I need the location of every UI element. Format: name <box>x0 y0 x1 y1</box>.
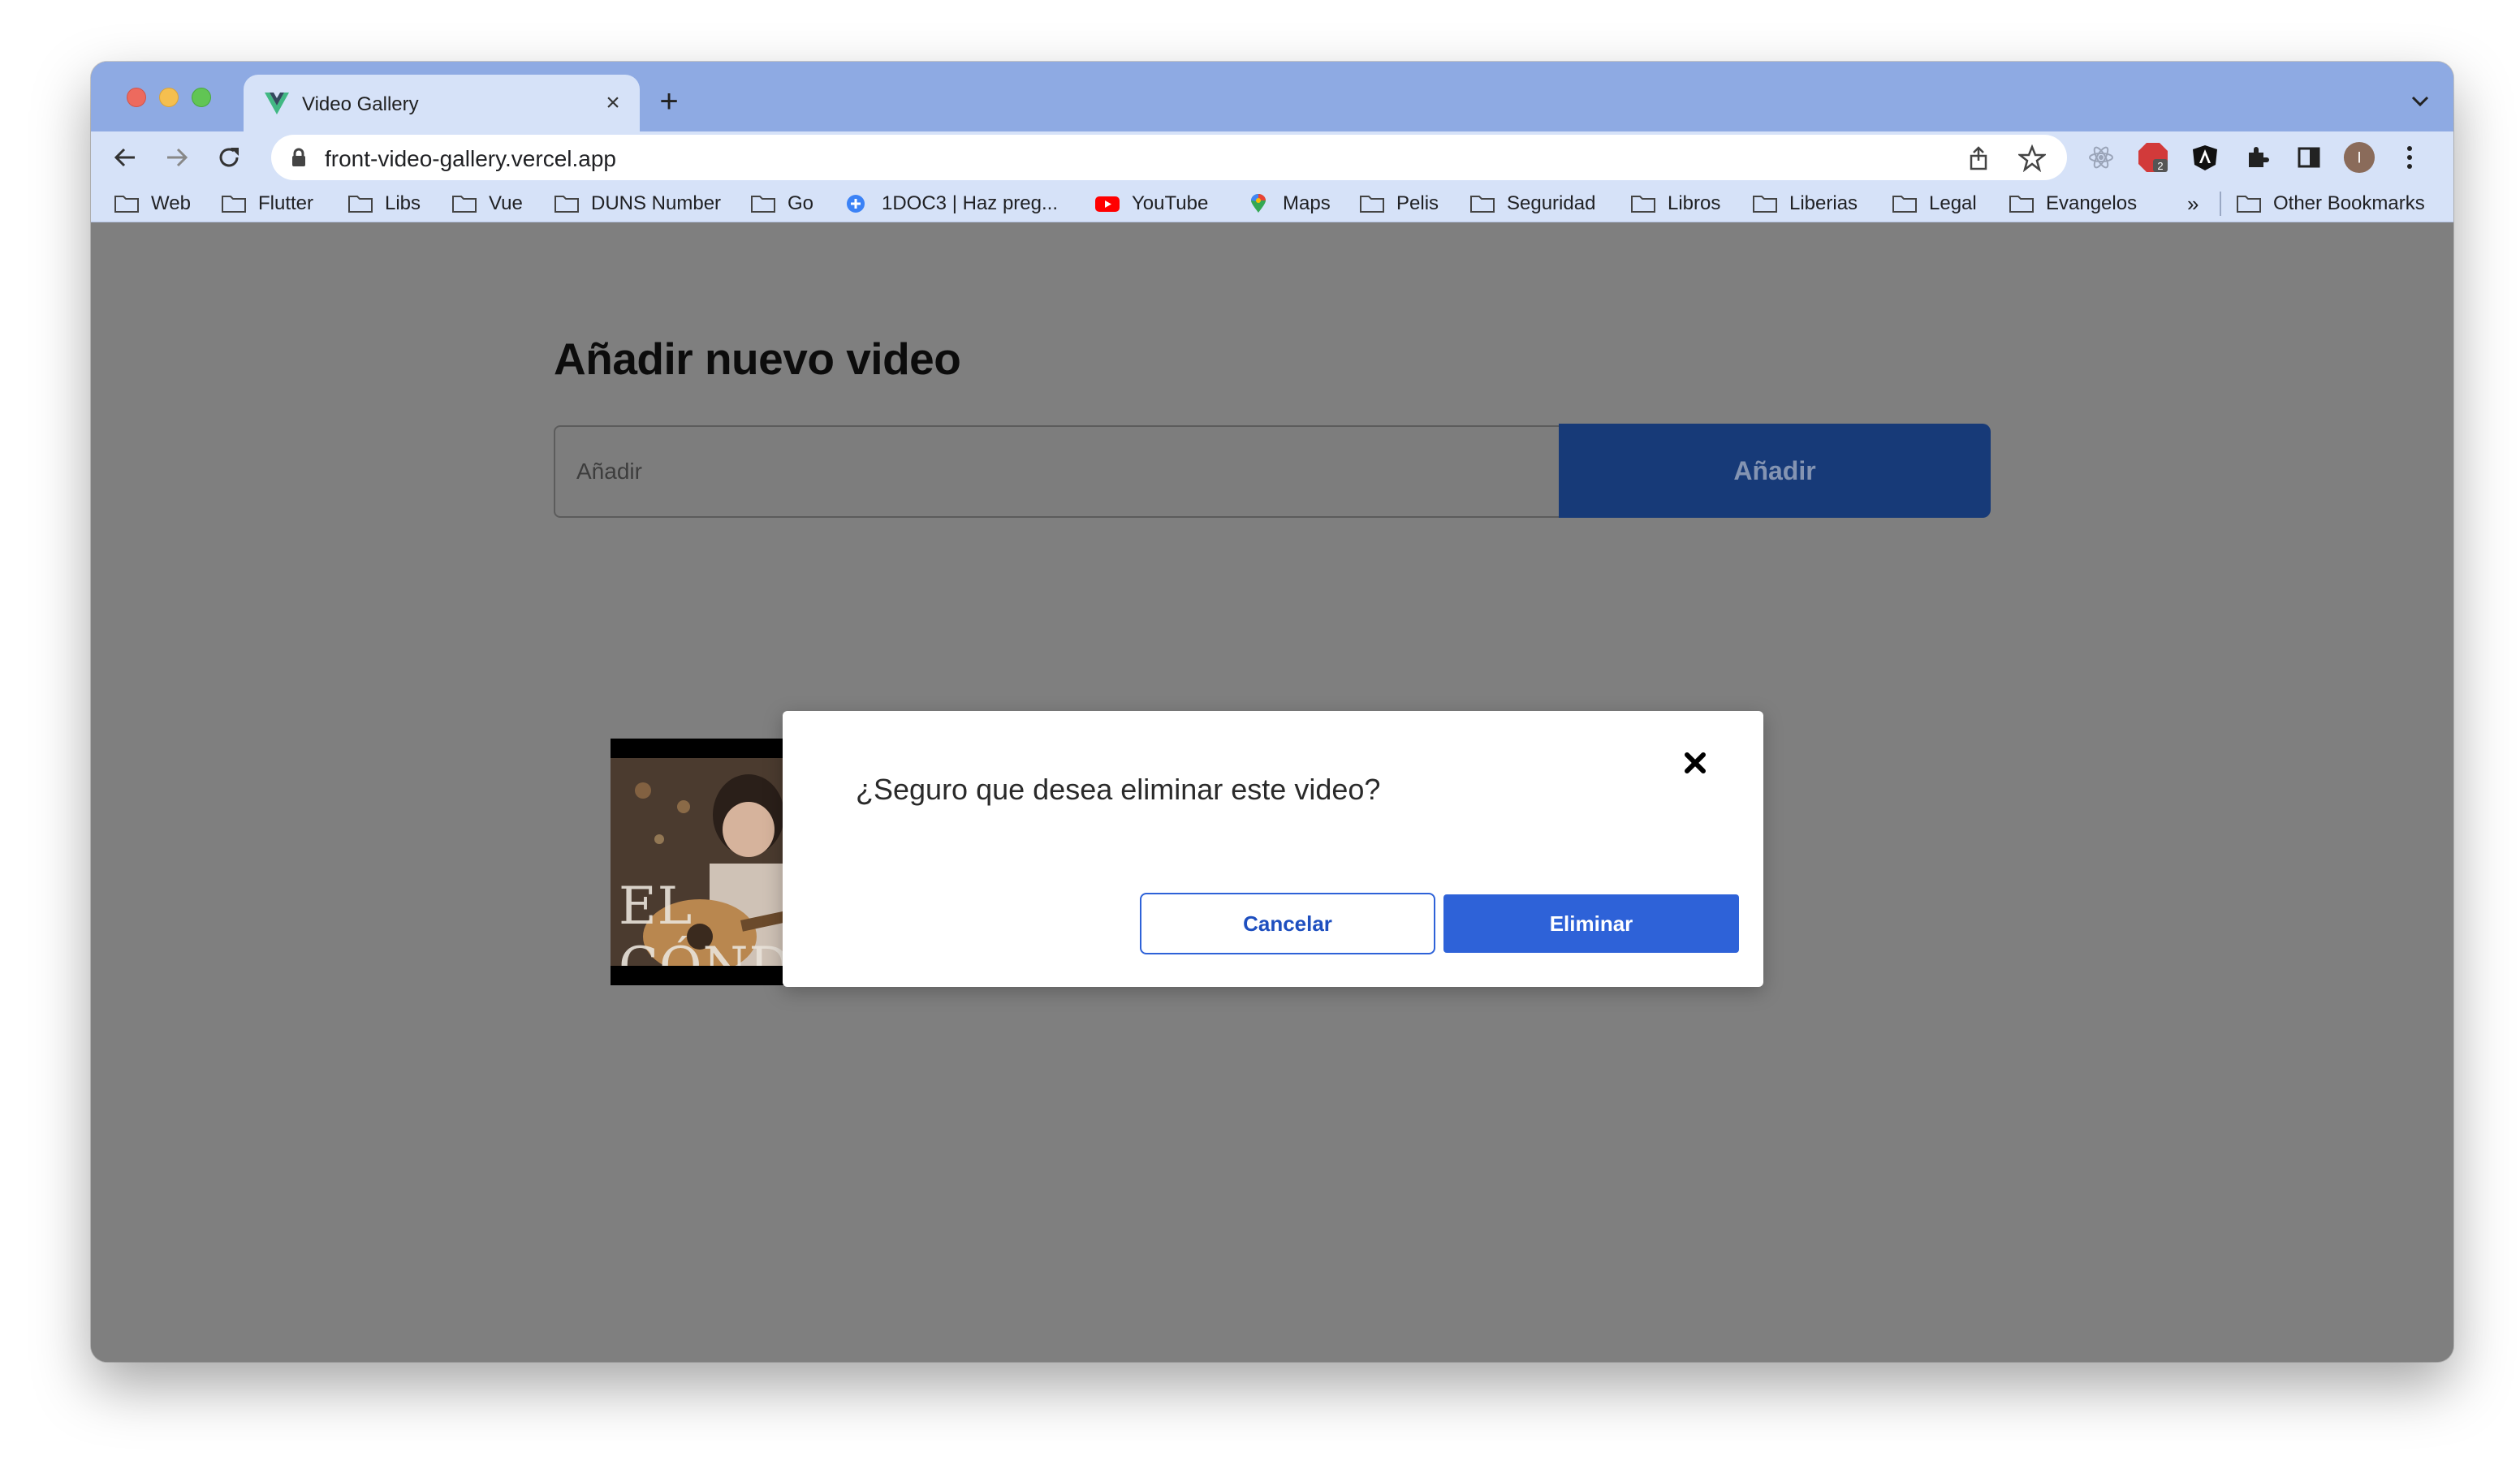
folder-icon <box>1892 196 1917 213</box>
bookmarks-divider <box>2220 192 2221 216</box>
profile-avatar[interactable]: I <box>2343 141 2375 174</box>
extensions-puzzle-icon[interactable] <box>2241 141 2273 174</box>
maximize-window-button[interactable] <box>192 88 211 107</box>
bookmark-liberias[interactable]: Liberias <box>1752 190 1858 218</box>
profile-initial: I <box>2357 150 2361 167</box>
arrow-right-icon <box>167 148 188 167</box>
bookmark-label: Legal <box>1929 192 1977 214</box>
bookmark-go[interactable]: Go <box>750 190 813 218</box>
bookmark-label: Libros <box>1668 192 1721 214</box>
bookmark-label: Vue <box>489 192 523 214</box>
lock-icon <box>292 148 305 166</box>
bookmark-legal[interactable]: Legal <box>1892 190 1977 218</box>
bookmark-label: Flutter <box>258 192 314 214</box>
chevron-down-icon[interactable] <box>2408 91 2432 112</box>
back-button[interactable] <box>109 141 141 174</box>
folder-icon <box>2237 196 2261 213</box>
bookmark-label: Web <box>151 192 191 214</box>
bookmark-label: 1DOC3 | Haz preg... <box>882 192 1058 214</box>
tab-video-gallery[interactable]: Video Gallery × <box>244 75 640 133</box>
video-url-input[interactable] <box>555 427 1559 516</box>
address-bar[interactable]: front-video-gallery.vercel.app <box>271 135 2067 180</box>
forward-button[interactable] <box>161 141 193 174</box>
vue-logo-icon <box>265 93 289 114</box>
bookmark-label: Other Bookmarks <box>2273 192 2425 214</box>
close-icon[interactable] <box>1679 747 1711 779</box>
delete-button[interactable]: Eliminar <box>1443 894 1739 953</box>
bookmark-maps[interactable]: Maps <box>1245 190 1331 218</box>
bookmark-other-bookmarks[interactable]: Other Bookmarks <box>2236 190 2425 218</box>
minimize-window-button[interactable] <box>159 88 179 107</box>
folder-icon <box>348 196 373 213</box>
bookmark-label: Libs <box>385 192 421 214</box>
menu-kebab-icon[interactable] <box>2393 141 2426 174</box>
folder-icon <box>1753 196 1777 213</box>
close-window-button[interactable] <box>127 88 146 107</box>
bookmark-pelis[interactable]: Pelis <box>1359 190 1439 218</box>
bookmarks-bar: Web Flutter Libs Vue DUNS Number Go 1DOC… <box>91 183 2453 222</box>
reload-icon <box>219 148 239 167</box>
bookmark-libros[interactable]: Libros <box>1630 190 1720 218</box>
bookmark-label: Pelis <box>1396 192 1439 214</box>
folder-icon <box>114 196 139 213</box>
maps-pin-icon <box>1251 194 1266 213</box>
page-title: Añadir nuevo video <box>554 334 961 384</box>
bookmark-label: DUNS Number <box>591 192 722 214</box>
add-video-button[interactable]: Añadir <box>1559 424 1991 518</box>
new-tab-button[interactable]: + <box>653 85 685 118</box>
tab-close-icon[interactable]: × <box>599 89 627 117</box>
folder-icon <box>1631 196 1655 213</box>
bookmark-vue[interactable]: Vue <box>451 190 523 218</box>
folder-icon <box>751 196 775 213</box>
folder-icon <box>2009 196 2034 213</box>
adblock-icon[interactable]: 2 <box>2137 141 2169 174</box>
bookmark-1doc3[interactable]: 1DOC3 | Haz preg... <box>844 190 1058 218</box>
bookmark-flutter[interactable]: Flutter <box>221 190 313 218</box>
bookmark-label: Evangelos <box>2046 192 2138 214</box>
bookmark-label: Seguridad <box>1507 192 1596 214</box>
page-content: Añadir nuevo video Añadir EL C <box>91 222 2453 1362</box>
bookmark-seguridad[interactable]: Seguridad <box>1469 190 1595 218</box>
folder-icon <box>222 196 246 213</box>
bookmark-web[interactable]: Web <box>114 190 191 218</box>
folder-icon <box>452 196 477 213</box>
bookmark-duns-number[interactable]: DUNS Number <box>554 190 721 218</box>
side-panel-icon[interactable] <box>2293 141 2325 174</box>
star-icon[interactable] <box>2018 144 2046 172</box>
url-text: front-video-gallery.vercel.app <box>325 146 616 171</box>
browser-toolbar: front-video-gallery.vercel.app 2 I <box>91 131 2453 183</box>
folder-icon <box>1360 196 1384 213</box>
bookmark-evangelos[interactable]: Evangelos <box>2009 190 2137 218</box>
bookmark-label: Maps <box>1283 192 1331 214</box>
youtube-icon <box>1095 196 1120 212</box>
bookmark-libs[interactable]: Libs <box>347 190 421 218</box>
tab-title: Video Gallery <box>302 93 419 115</box>
extension-badge: 2 <box>2157 160 2163 172</box>
bookmark-label: YouTube <box>1132 192 1209 214</box>
bookmarks-overflow-button[interactable]: » <box>2187 190 2199 218</box>
folder-icon <box>554 196 579 213</box>
browser-window: Video Gallery × + front-video-gallery.ve… <box>91 62 2453 1362</box>
cancel-button[interactable]: Cancelar <box>1140 893 1435 954</box>
title-bar: Video Gallery × + <box>91 62 2453 133</box>
bookmark-label: Liberias <box>1789 192 1858 214</box>
bookmark-label: Go <box>788 192 814 214</box>
plus-circle-icon <box>847 195 865 213</box>
angular-devtools-icon[interactable] <box>2189 141 2221 174</box>
arrow-left-icon <box>114 148 135 167</box>
dialog-message: ¿Seguro que desea eliminar este video? <box>856 773 1381 806</box>
reload-button[interactable] <box>213 141 245 174</box>
video-url-field[interactable] <box>554 425 1560 518</box>
folder-icon <box>1470 196 1495 213</box>
bookmark-youtube[interactable]: YouTube <box>1094 190 1208 218</box>
react-devtools-icon[interactable] <box>2085 141 2117 174</box>
share-icon[interactable] <box>1965 144 1992 172</box>
delete-confirm-dialog: ¿Seguro que desea eliminar este video? C… <box>783 711 1763 987</box>
